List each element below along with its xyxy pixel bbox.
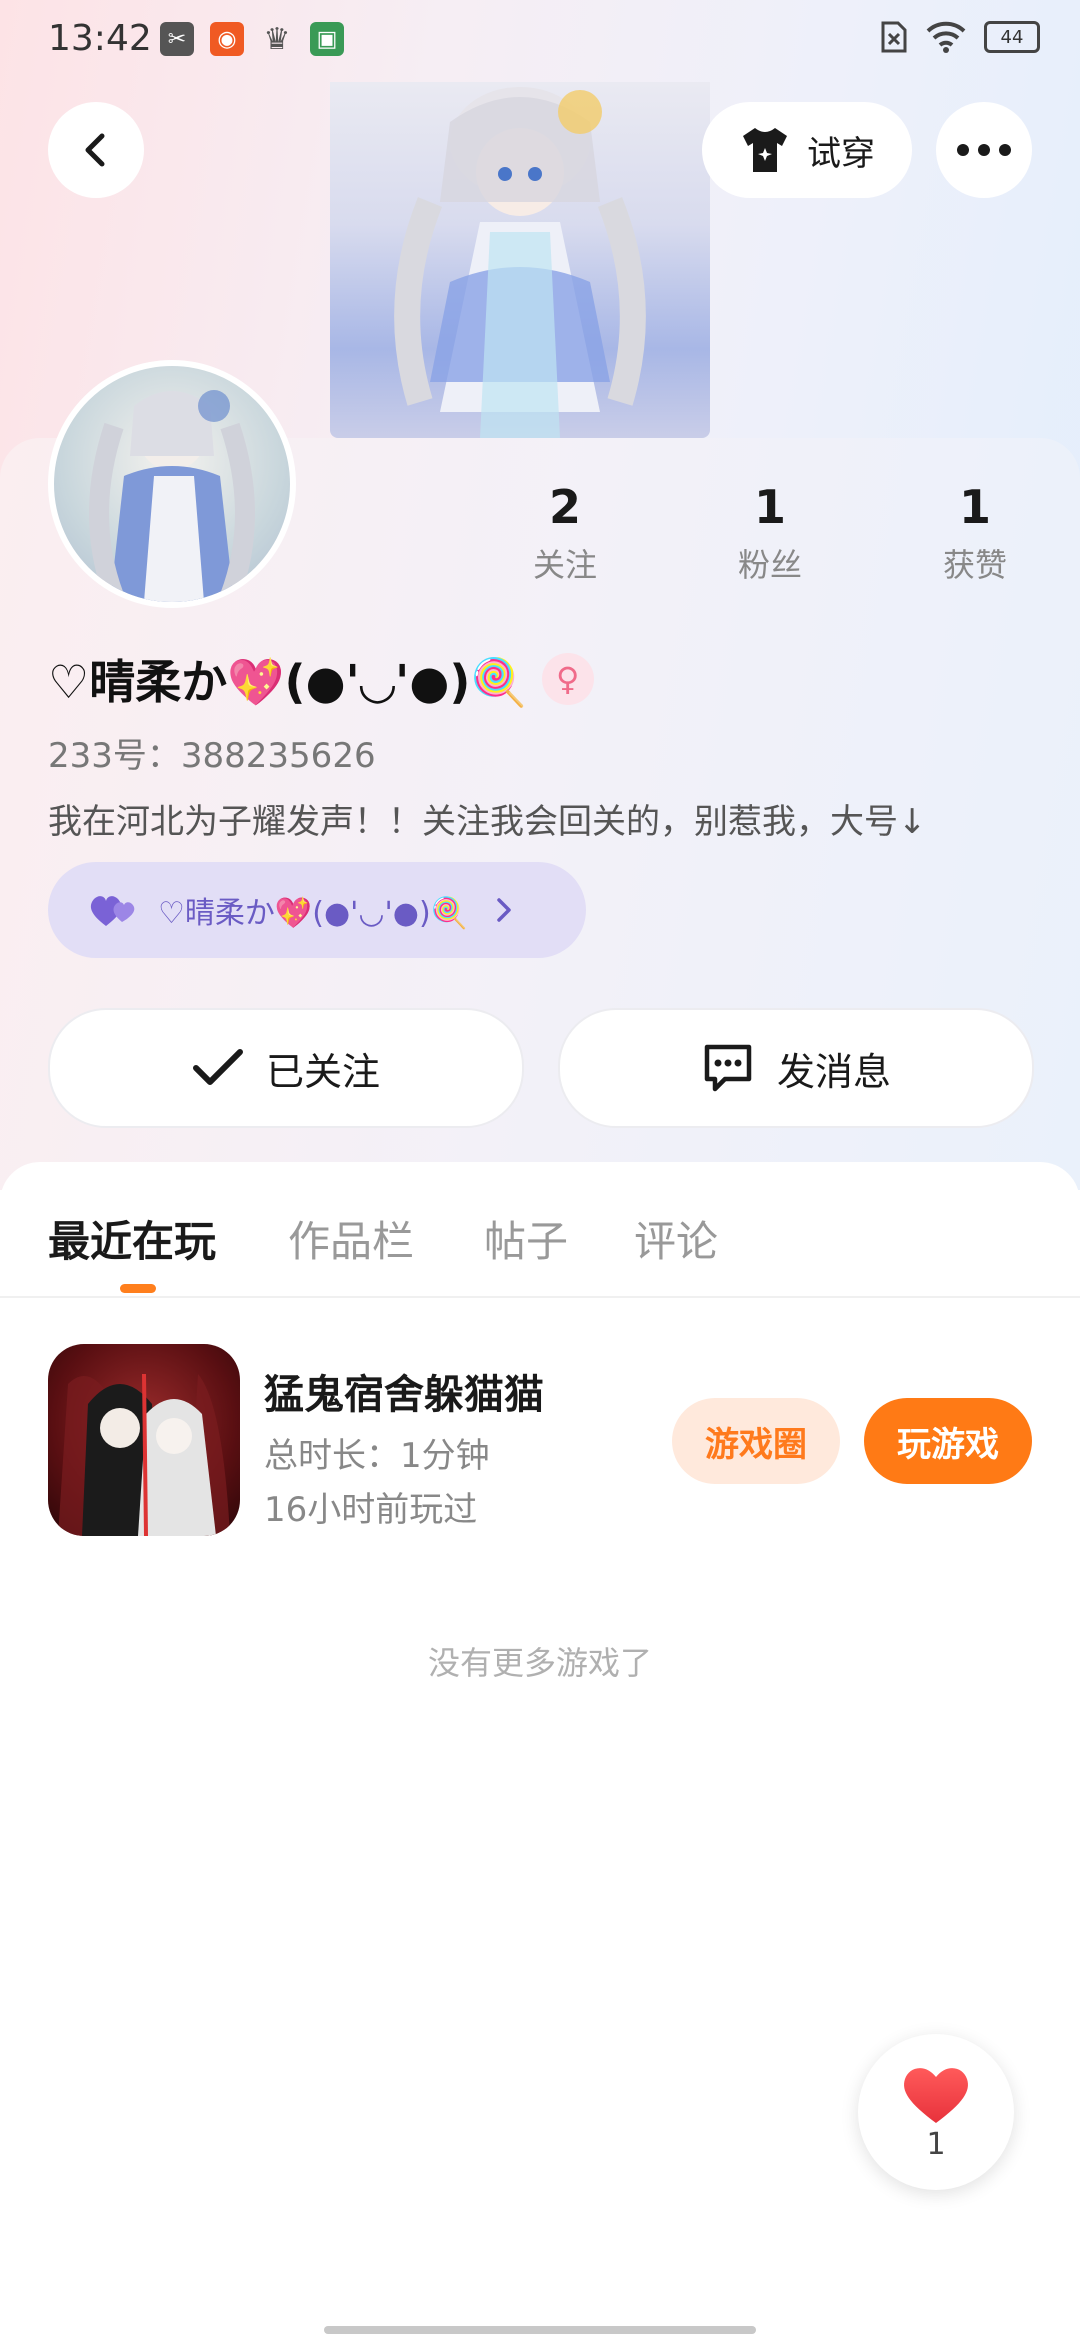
- send-message-label: 发消息: [776, 1049, 891, 1094]
- stat-fans[interactable]: 1 粉丝: [705, 480, 835, 586]
- avatar-illustration: [89, 390, 255, 602]
- try-on-label: 试穿: [807, 133, 875, 174]
- tab-posts[interactable]: 帖子: [484, 1208, 568, 1269]
- like-button[interactable]: 1: [858, 2034, 1014, 2190]
- tab-recently-played[interactable]: 最近在玩: [48, 1208, 216, 1269]
- game-last-played: 16小时前玩过: [264, 1490, 478, 1530]
- stat-label: 获赞: [942, 546, 1007, 584]
- cover-image: [330, 82, 710, 438]
- account-id: 233号：388235626: [48, 736, 376, 776]
- empty-list-text: 没有更多游戏了: [427, 1644, 652, 1682]
- scissors-icon: ✂: [160, 22, 194, 56]
- stat-likes[interactable]: 1 获赞: [910, 480, 1040, 586]
- crown-icon: ♛: [263, 21, 291, 57]
- more-dots-icon: [957, 144, 1011, 156]
- avatar[interactable]: [48, 360, 296, 608]
- stat-following[interactable]: 2 关注: [500, 480, 630, 586]
- system-icons: 44: [880, 20, 1040, 54]
- tab-bar: 最近在玩 作品栏 帖子 评论: [0, 1162, 1080, 1298]
- game-thumb-icon: ▣: [310, 22, 344, 56]
- stat-value: 1: [958, 480, 991, 534]
- game-circle-button[interactable]: 游戏圈: [672, 1398, 840, 1484]
- sim-off-icon: [881, 21, 907, 53]
- tab-comments[interactable]: 评论: [634, 1208, 718, 1269]
- play-game-button[interactable]: 玩游戏: [864, 1398, 1032, 1484]
- game-title[interactable]: 猛鬼宿舍躲猫猫: [264, 1362, 544, 1420]
- status-bar: 13:42 ✂ ◉ ♛ ▣ 44: [0, 0, 1080, 82]
- linked-account-name: ♡晴柔か💖(●'◡'●)🍭: [158, 896, 469, 931]
- like-count: 1: [926, 2126, 946, 2162]
- game-duration: 总时长：1分钟: [264, 1436, 490, 1476]
- home-indicator[interactable]: [324, 2326, 756, 2334]
- stat-label: 关注: [532, 546, 597, 584]
- status-time: 13:42: [48, 18, 152, 59]
- linked-account-pill[interactable]: ♡晴柔か💖(●'◡'●)🍭: [48, 862, 586, 958]
- bio: 我在河北为子耀发声！！关注我会回关的，别惹我，大号↓: [48, 802, 927, 842]
- tab-active-indicator: [120, 1284, 156, 1293]
- stat-value: 2: [548, 480, 581, 534]
- wifi-icon: [926, 21, 966, 53]
- stat-value: 1: [753, 480, 786, 534]
- character-illustration: [394, 87, 646, 438]
- game-cover-art: [58, 1373, 230, 1536]
- chevron-left-icon: [85, 133, 105, 167]
- stat-label: 粉丝: [737, 546, 802, 584]
- stats-row: 2 关注 1 粉丝 1 获赞: [500, 480, 1040, 586]
- notification-icons: ✂ ◉ ♛ ▣: [160, 21, 344, 57]
- chat-bubble-icon: [704, 1044, 752, 1092]
- more-button[interactable]: [936, 102, 1032, 198]
- nickname: ♡晴柔か💖(●'◡'●)🍭: [48, 655, 528, 709]
- store-icon: ◉: [210, 22, 244, 56]
- try-on-button[interactable]: 试穿: [702, 102, 912, 198]
- tab-works[interactable]: 作品栏: [288, 1208, 414, 1269]
- check-icon: [192, 1049, 243, 1085]
- double-heart-icon: [90, 896, 135, 926]
- followed-button[interactable]: 已关注: [48, 1008, 524, 1128]
- gender-female-icon: ♀: [541, 653, 594, 705]
- battery-icon: 44: [984, 21, 1040, 53]
- followed-label: 已关注: [265, 1049, 380, 1094]
- send-message-button[interactable]: 发消息: [558, 1008, 1034, 1128]
- heart-icon: [904, 2067, 968, 2123]
- back-button[interactable]: [48, 102, 144, 198]
- tshirt-icon: [743, 128, 787, 172]
- nickname-row: ♡晴柔か💖(●'◡'●)🍭 ♀: [48, 646, 594, 712]
- game-icon[interactable]: [48, 1344, 240, 1536]
- chevron-right-icon: [497, 898, 511, 922]
